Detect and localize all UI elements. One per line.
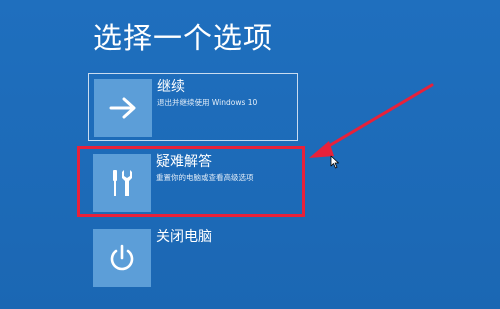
shutdown-option[interactable]: 关闭电脑	[88, 224, 298, 292]
page-title: 选择一个选项	[93, 21, 274, 55]
troubleshoot-option[interactable]: 疑难解答 重置你的电脑或查看高级选项	[88, 149, 298, 217]
tools-icon	[113, 170, 132, 196]
continue-title: 继续	[157, 79, 185, 95]
recovery-screen: 选择一个选项 继续 退出并继续使用 Windows 10 疑难解答 重置你的电脑…	[0, 0, 500, 309]
continue-option[interactable]: 继续 退出并继续使用 Windows 10	[88, 73, 298, 141]
arrow-right-icon	[109, 97, 136, 119]
shutdown-title: 关闭电脑	[156, 229, 212, 245]
troubleshoot-description: 重置你的电脑或查看高级选项	[156, 173, 254, 182]
power-icon	[110, 244, 134, 271]
continue-tile	[94, 79, 152, 137]
shutdown-tile	[93, 229, 151, 287]
troubleshoot-tile	[93, 154, 151, 212]
mouse-cursor-icon	[330, 155, 339, 169]
continue-description: 退出并继续使用 Windows 10	[157, 98, 258, 107]
troubleshoot-title: 疑难解答	[156, 154, 212, 170]
